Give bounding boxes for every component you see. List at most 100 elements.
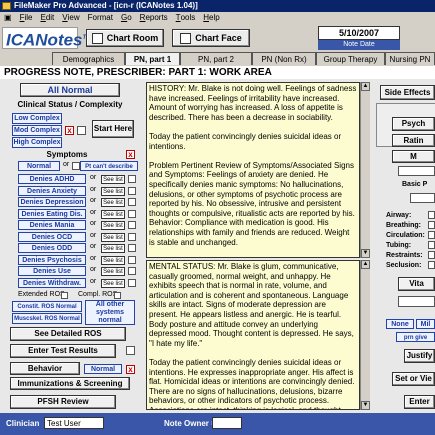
symptom-checkbox[interactable] <box>128 221 136 229</box>
none-button[interactable]: None <box>386 319 414 329</box>
tab-demographics[interactable]: Demographics <box>52 52 125 65</box>
pt-cant-describe-checkbox[interactable] <box>72 162 80 170</box>
low-complex-button[interactable]: Low Complex <box>12 113 62 124</box>
rating-button[interactable]: Ratin <box>392 134 435 147</box>
history-scrollbar[interactable]: ▲ ▼ <box>360 82 370 258</box>
see-list-button[interactable]: See list <box>101 244 125 253</box>
set-or-view-button[interactable]: Set or Vie <box>392 372 435 386</box>
scroll-down-icon[interactable]: ▼ <box>361 401 370 410</box>
immunizations-screening-button[interactable]: Immunizations & Screening <box>10 377 130 390</box>
right-field-2[interactable] <box>410 193 435 203</box>
mod-complex-button[interactable]: Mod Complex <box>12 125 62 136</box>
see-list-button[interactable]: See list <box>101 278 125 288</box>
tab-nursing-pn[interactable]: Nursing PN <box>385 52 435 65</box>
test-results-checkbox[interactable] <box>126 346 135 355</box>
scroll-up-icon[interactable]: ▲ <box>361 260 370 269</box>
denies-button[interactable]: Denies ODD <box>18 243 86 253</box>
complexity-checkbox[interactable] <box>77 126 86 135</box>
symptom-checkbox[interactable] <box>128 278 136 287</box>
symptom-checkbox[interactable] <box>128 255 136 264</box>
note-owner-field[interactable] <box>212 417 242 429</box>
pfsh-review-button[interactable]: PFSH Review <box>10 395 116 409</box>
side-effects-button[interactable]: Side Effects <box>380 85 435 100</box>
menu-item[interactable]: Go <box>117 12 136 24</box>
symptoms-normal-button[interactable]: Normal <box>18 161 60 171</box>
history-textarea[interactable]: HISTORY: Mr. Blake is not doing well. Fe… <box>146 82 360 258</box>
menu-item[interactable]: Tools <box>172 12 200 24</box>
clear-complexity-x[interactable]: x <box>65 126 74 135</box>
behavior-button[interactable]: Behavior <box>10 362 80 375</box>
symptom-checkbox[interactable] <box>128 267 136 275</box>
pt-cant-describe-button[interactable]: Pt can't describe <box>80 161 138 171</box>
denies-button[interactable]: Denies Depression <box>18 197 86 207</box>
see-list-button[interactable]: See list <box>101 221 125 230</box>
see-list-button[interactable]: See list <box>101 267 125 276</box>
denies-button[interactable]: Denies Eating Dis. <box>18 208 86 219</box>
tab-group-therapy[interactable]: Group Therapy <box>316 52 385 65</box>
see-list-button[interactable]: See list <box>101 198 125 207</box>
see-list-button[interactable]: See list <box>101 175 125 184</box>
menu-item[interactable]: View <box>58 12 83 24</box>
menu-item[interactable]: Edit <box>36 12 58 24</box>
scroll-up-icon[interactable]: ▲ <box>361 82 370 91</box>
tab-pn-part-1[interactable]: PN, part 1 <box>125 52 180 65</box>
tubing-field[interactable] <box>428 241 435 249</box>
m-button[interactable]: M <box>392 150 435 163</box>
chart-face-button[interactable]: Chart Face <box>172 29 250 47</box>
start-here-button[interactable]: Start Here <box>92 120 134 138</box>
see-list-button[interactable]: See list <box>101 255 125 265</box>
constit-ros-normal-button[interactable]: Constit. ROS Normal <box>12 301 82 312</box>
see-list-button[interactable]: See list <box>101 186 125 196</box>
clinician-field[interactable]: Test User <box>44 417 104 429</box>
chart-room-button[interactable]: Chart Room <box>86 29 164 47</box>
menu-item[interactable]: File <box>16 12 37 24</box>
menu-item[interactable]: Reports <box>136 12 172 24</box>
psych-button[interactable]: Psych <box>392 117 435 131</box>
mental-status-scrollbar[interactable]: ▲ ▼ <box>360 260 370 410</box>
high-complex-button[interactable]: High Complex <box>12 137 62 148</box>
enter-test-results-button[interactable]: Enter Test Results <box>10 344 116 358</box>
scroll-down-icon[interactable]: ▼ <box>361 249 370 258</box>
denies-button[interactable]: Denies Psychosis <box>18 254 86 265</box>
right-field-1[interactable] <box>398 166 435 176</box>
symptom-checkbox[interactable] <box>128 244 136 252</box>
clear-symptoms-x[interactable]: x <box>126 150 135 159</box>
symptom-checkbox[interactable] <box>128 198 136 206</box>
tab-pn-part-2[interactable]: PN, part 2 <box>180 52 252 65</box>
see-list-button[interactable]: See list <box>101 209 125 219</box>
menu-item[interactable]: Help <box>199 12 223 24</box>
mental-status-textarea[interactable]: MENTAL STATUS: Mr. Blake is glum, commun… <box>146 260 360 410</box>
note-date-field[interactable]: 5/10/2007 <box>318 26 400 40</box>
denies-button[interactable]: Denies Use <box>18 266 86 276</box>
symptom-checkbox[interactable] <box>128 175 136 183</box>
denies-button[interactable]: Denies ADHD <box>18 174 86 184</box>
symptom-checkbox[interactable] <box>128 232 136 241</box>
denies-button[interactable]: Denies Mania <box>18 220 86 230</box>
denies-button[interactable]: Denies Withdraw. <box>18 277 86 288</box>
airway-field[interactable] <box>428 211 435 219</box>
denies-button[interactable]: Denies OCD <box>18 231 86 242</box>
menu-item[interactable]: Format <box>84 12 117 24</box>
tab-pn-non-rx[interactable]: PN (Non Rx) <box>252 52 316 65</box>
breathing-field[interactable] <box>428 221 435 229</box>
symptom-checkbox[interactable] <box>128 209 136 218</box>
all-normal-button[interactable]: All Normal <box>20 83 120 97</box>
behavior-normal-button[interactable]: Normal <box>84 364 122 374</box>
circulation-field[interactable] <box>428 231 435 239</box>
prn-given-button[interactable]: prn give <box>396 332 435 342</box>
vitals-field[interactable] <box>398 296 435 307</box>
seclusion-field[interactable] <box>428 261 435 269</box>
justify-button[interactable]: Justify <box>404 349 435 363</box>
all-other-systems-normal-button[interactable]: All other systems normal <box>85 300 135 325</box>
see-detailed-ros-button[interactable]: See Detailed ROS <box>10 327 126 341</box>
muscskel-ros-normal-button[interactable]: Muscskel. ROS Normal <box>12 313 82 324</box>
extended-ros-checkbox[interactable] <box>61 292 68 299</box>
clear-behavior-x[interactable]: x <box>126 365 135 374</box>
denies-button[interactable]: Denies Anxiety <box>18 185 86 196</box>
vitals-button[interactable]: Vita <box>398 277 435 291</box>
compl-ros-checkbox[interactable] <box>114 292 121 299</box>
see-list-button[interactable]: See list <box>101 232 125 242</box>
symptom-checkbox[interactable] <box>128 186 136 195</box>
enter-button[interactable]: Enter <box>404 395 435 409</box>
restraints-field[interactable] <box>428 251 435 259</box>
